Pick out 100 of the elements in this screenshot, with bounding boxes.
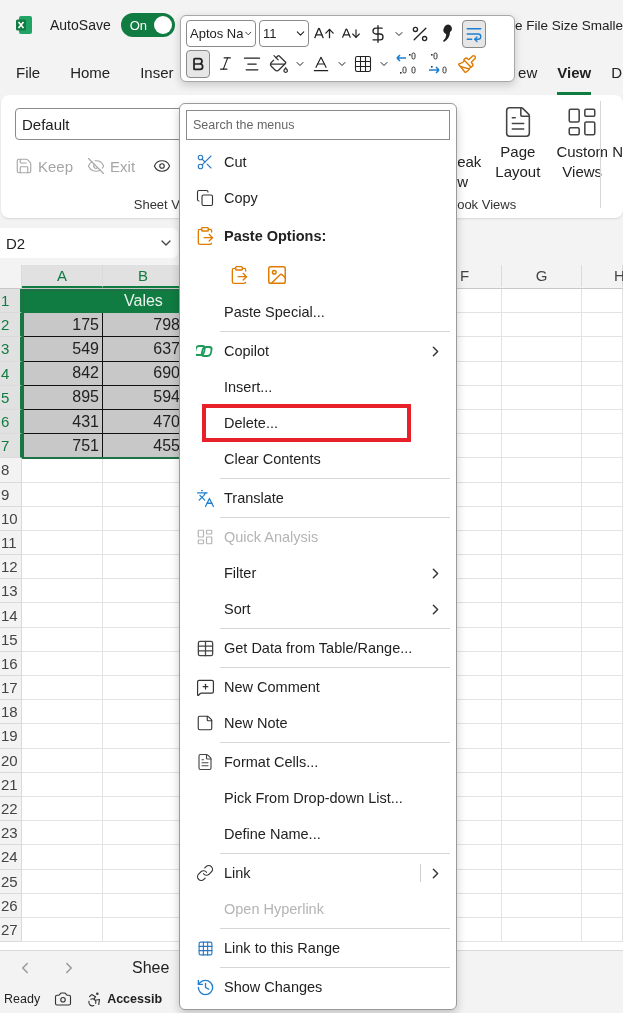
menu-item[interactable]: Pick From Drop-down List...	[186, 780, 450, 816]
comma-icon	[441, 23, 453, 44]
copilot-icon	[196, 343, 214, 359]
ribbon-button[interactable]: Custom Views	[554, 105, 611, 182]
menu-search-field[interactable]: Search the menus	[186, 110, 450, 140]
menu-item[interactable]: Cut	[186, 144, 450, 180]
row-header[interactable]: 7	[0, 434, 22, 459]
copy-icon	[196, 189, 214, 207]
table-cell: 549	[22, 337, 103, 362]
row-header[interactable]: 6	[0, 409, 22, 435]
ribbon-tab[interactable]: D	[611, 50, 622, 95]
menu-item[interactable]: Copilot	[186, 333, 450, 369]
table-icon	[195, 638, 215, 658]
row-header[interactable]: 22	[0, 796, 22, 822]
table-cell: 175	[22, 313, 103, 338]
table-cell	[582, 385, 623, 410]
table-cell	[582, 821, 623, 846]
menu-item[interactable]: Copy	[186, 180, 450, 216]
row-header[interactable]: 19	[0, 724, 22, 749]
table-cell	[582, 482, 623, 507]
menu-item[interactable]: Link	[186, 855, 450, 891]
table-cell	[582, 676, 623, 701]
row-header[interactable]: 23	[0, 821, 22, 846]
menu-item[interactable]: New Comment	[186, 669, 450, 705]
ribbon-button[interactable]: Page Layout	[493, 105, 543, 182]
autosave-toggle[interactable]: On	[120, 13, 175, 37]
sheet-tab[interactable]: Shee	[132, 959, 170, 977]
row-header[interactable]: 4	[0, 361, 22, 386]
group-label: ook Views	[457, 197, 517, 212]
table-cell	[582, 289, 623, 314]
row-header[interactable]: 20	[0, 748, 22, 773]
row-header[interactable]: 1	[0, 289, 22, 314]
row-header[interactable]: 3	[0, 337, 22, 362]
translate-icon	[195, 488, 215, 508]
row-header[interactable]: 13	[0, 579, 22, 604]
borders-icon	[353, 53, 373, 74]
menu-item[interactable]: Define Name...	[186, 816, 450, 852]
table-cell	[582, 458, 623, 483]
row-header[interactable]: 25	[0, 869, 22, 894]
ribbon-tab[interactable]: Inser	[140, 50, 174, 95]
row-header[interactable]: 9	[0, 482, 22, 507]
menu-item[interactable]: Format Cells...	[186, 744, 450, 780]
menu-item[interactable]: Clear Contents	[186, 441, 450, 477]
table-cell	[582, 337, 623, 362]
fill-color-icon	[269, 53, 289, 74]
table-cell	[582, 409, 623, 435]
row-header[interactable]: 5	[0, 385, 22, 410]
row-header[interactable]: 18	[0, 700, 22, 725]
link-range-icon	[196, 939, 214, 957]
font-size-select[interactable]: 11	[259, 20, 309, 47]
menu-item[interactable]: Insert...	[186, 369, 450, 405]
table-cell	[582, 724, 623, 749]
row-header[interactable]: 16	[0, 651, 22, 676]
ribbon-tab[interactable]: File	[16, 50, 41, 95]
row-header[interactable]: 12	[0, 555, 22, 580]
row-header[interactable]: 14	[0, 603, 22, 628]
table-cell	[582, 772, 623, 797]
column-header[interactable]: A	[22, 265, 103, 288]
row-header[interactable]: 10	[0, 506, 22, 531]
eye-off-icon	[87, 157, 106, 175]
menu-item[interactable]: Show Changes	[186, 969, 450, 1005]
table-cell	[582, 506, 623, 531]
ribbon-tab[interactable]: Home	[70, 50, 111, 95]
group-label: Sheet V	[133, 197, 180, 212]
row-header[interactable]: 21	[0, 772, 22, 797]
accessibility-status[interactable]: Accessib	[86, 990, 163, 1008]
table-cell	[582, 796, 623, 822]
menu-item[interactable]: New Note	[186, 705, 450, 741]
eye-icon	[153, 157, 172, 175]
table-cell	[582, 555, 623, 580]
row-header[interactable]: 17	[0, 676, 22, 701]
row-header[interactable]: 8	[0, 458, 22, 483]
show-changes-icon	[195, 977, 215, 997]
menu-item[interactable]: Sort	[186, 591, 450, 627]
menu-item[interactable]: Get Data from Table/Range...	[186, 630, 450, 666]
table-cell	[582, 869, 623, 894]
row-header[interactable]: 11	[0, 530, 22, 556]
menu-section-title: Paste Options:	[224, 227, 327, 244]
table-cell	[582, 651, 623, 676]
paste-icon	[229, 264, 249, 285]
status-text: Ready	[4, 992, 41, 1006]
table-cell	[582, 893, 623, 918]
menu-item[interactable]: Delete...	[186, 405, 450, 441]
row-header[interactable]: 27	[0, 917, 22, 943]
row-header[interactable]: 15	[0, 627, 22, 652]
menu-item[interactable]: Link to this Range	[186, 930, 450, 966]
font-name-select[interactable]: Aptos Na	[186, 20, 256, 47]
row-header[interactable]: 2	[0, 313, 22, 338]
scissors-icon	[196, 153, 214, 171]
menu-item[interactable]: Translate	[186, 480, 450, 516]
row-header[interactable]: 24	[0, 845, 22, 870]
autosave-label: AutoSave	[50, 17, 111, 33]
row-header[interactable]: 26	[0, 893, 22, 918]
toolbar-button[interactable]	[186, 49, 210, 78]
table-cell	[582, 313, 623, 338]
ribbon-tab[interactable]: ew	[518, 50, 538, 95]
table-cell	[582, 361, 623, 386]
name-box[interactable]: D2	[0, 228, 178, 258]
menu-item[interactable]: Filter	[186, 555, 450, 591]
ribbon-button-label: eak w	[457, 152, 482, 192]
